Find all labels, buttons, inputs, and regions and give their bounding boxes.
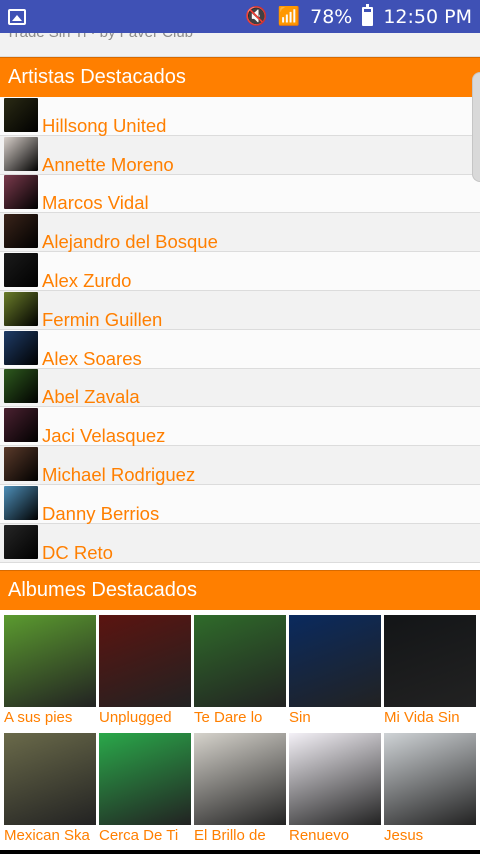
album-tile[interactable]: El Brillo de — [190, 728, 286, 846]
album-cover — [289, 733, 381, 825]
search-strip[interactable]: Trade Sin Ti · by Faver Club — [0, 33, 480, 57]
album-cover — [99, 615, 191, 707]
album-tile[interactable]: Jesus — [380, 728, 476, 846]
artist-row[interactable]: Alejandro del Bosque — [0, 213, 480, 253]
battery-percent: 78% — [310, 5, 353, 28]
artist-photo — [4, 291, 38, 326]
album-tile[interactable]: Mi Vida Sin — [380, 610, 476, 728]
artist-name: Abel Zavala — [42, 386, 140, 408]
album-tile[interactable]: Unplugged — [95, 610, 191, 728]
artists-title: Artistas Destacados — [8, 66, 186, 88]
artist-name: Annette Moreno — [42, 153, 174, 175]
battery-icon — [362, 4, 374, 26]
artist-photo — [4, 136, 38, 171]
artist-row[interactable]: Fermin Guillen — [0, 290, 480, 330]
album-title: A sus pies — [4, 709, 73, 726]
album-tile[interactable]: Sin — [285, 610, 381, 728]
album-grid[interactable]: A sus pies Unplugged Te Dare lo Sin Mi Vida … — [0, 610, 480, 850]
artist-name: Alex Soares — [42, 347, 142, 369]
album-title: Jesus — [384, 827, 424, 844]
clock: 12:50 PM — [383, 5, 472, 28]
album-cover — [289, 615, 381, 707]
artist-name: Alejandro del Bosque — [42, 231, 218, 253]
album-cover — [384, 615, 476, 707]
albums-header: Albumes Destacados — [0, 570, 480, 610]
album-title: Sin — [289, 709, 311, 726]
album-title: Te Dare lo — [194, 709, 263, 726]
album-tile[interactable]: Renuevo — [285, 728, 381, 846]
artist-row[interactable]: Alex Zurdo — [0, 252, 480, 291]
artist-photo — [4, 330, 38, 365]
nav-bar-edge — [0, 850, 480, 854]
album-title: Mi Vida Sin — [384, 709, 460, 726]
artist-row[interactable]: Hillsong United — [0, 97, 480, 136]
artist-photo — [4, 369, 38, 404]
artist-photo — [4, 175, 38, 210]
album-cover — [194, 615, 286, 707]
artist-name: Alex Zurdo — [42, 269, 132, 291]
artist-row[interactable]: Annette Moreno — [0, 135, 480, 175]
image-icon — [8, 8, 26, 25]
album-title: Mexican Ska — [4, 827, 90, 844]
artist-photo — [4, 446, 38, 481]
artist-photo — [4, 252, 38, 287]
album-cover — [99, 733, 191, 825]
artist-row[interactable]: Marcos Vidal — [0, 174, 480, 214]
artist-row[interactable]: DC Reto — [0, 523, 480, 563]
album-title: Renuevo — [289, 827, 350, 844]
artist-photo — [4, 408, 38, 443]
artist-photo — [4, 485, 38, 520]
status-bar: 🔇 📶 78% 12:50 PM — [0, 0, 480, 33]
album-cover — [4, 733, 96, 825]
album-tile[interactable]: Mexican Ska — [0, 728, 96, 846]
album-tile[interactable]: Cerca De Ti — [95, 728, 191, 846]
artist-name: Michael Rodriguez — [42, 463, 196, 485]
artist-name: Jaci Velasquez — [42, 425, 166, 447]
artist-name: Hillsong United — [42, 114, 167, 136]
album-title: Cerca De Ti — [99, 827, 179, 844]
artist-row[interactable]: Alex Soares — [0, 329, 480, 369]
artist-name: Fermin Guillen — [42, 308, 163, 330]
album-cover — [194, 733, 286, 825]
artist-row[interactable]: Danny Berrios — [0, 484, 480, 524]
artist-row[interactable]: Michael Rodriguez — [0, 446, 480, 485]
album-cover — [4, 615, 96, 707]
scroll-handle[interactable] — [472, 72, 480, 182]
artist-photo — [4, 97, 38, 132]
mute-icon: 🔇 — [245, 5, 268, 27]
artists-header: Artistas Destacados — [0, 57, 480, 97]
albums-title: Albumes Destacados — [8, 579, 197, 601]
album-cover — [384, 733, 476, 825]
album-tile[interactable]: Te Dare lo — [190, 610, 286, 728]
artist-row[interactable]: Abel Zavala — [0, 368, 480, 408]
search-partial-text: Trade Sin Ti · by Faver Club — [6, 33, 193, 41]
artist-name: Marcos Vidal — [42, 192, 149, 214]
artist-photo — [4, 214, 38, 249]
artist-list[interactable]: Hillsong United Annette Moreno Marcos Vida… — [0, 97, 480, 567]
artist-photo — [4, 524, 38, 559]
artist-name: DC Reto — [42, 541, 113, 563]
wifi-icon: 📶 — [277, 5, 301, 27]
artist-row[interactable]: Jaci Velasquez — [0, 407, 480, 447]
album-title: Unplugged — [99, 709, 172, 726]
album-title: El Brillo de — [194, 827, 266, 844]
artist-name: Danny Berrios — [42, 502, 160, 524]
album-tile[interactable]: A sus pies — [0, 610, 96, 728]
